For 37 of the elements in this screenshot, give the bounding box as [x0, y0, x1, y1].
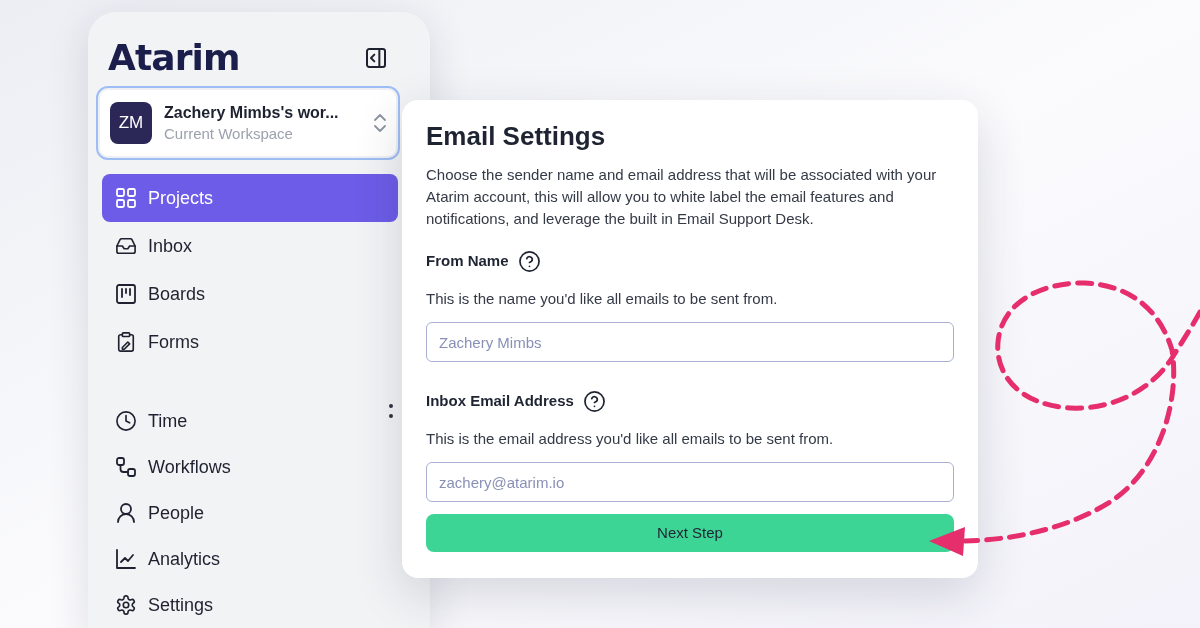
- workspace-avatar: ZM: [110, 102, 152, 144]
- person-icon: [116, 503, 136, 523]
- workspace-subtitle: Current Workspace: [164, 124, 294, 144]
- line-chart-icon: [116, 549, 136, 569]
- sidebar-nav-item[interactable]: Time: [102, 398, 398, 444]
- clock-icon: [116, 411, 136, 431]
- sidebar-nav-item[interactable]: Inbox: [102, 222, 398, 270]
- help-icon[interactable]: [583, 390, 605, 412]
- text-input-field[interactable]: Zachery Mimbs: [426, 322, 954, 362]
- card-title: Email Settings: [426, 120, 607, 152]
- grid-icon: [116, 188, 136, 208]
- chevron-up-down-icon: [374, 114, 386, 132]
- drag-handle-icon[interactable]: [389, 404, 393, 418]
- kanban-board-icon: [116, 284, 136, 304]
- workspace-switcher[interactable]: ZM Zachery Mimbs's wor... Current Workspace: [96, 86, 400, 160]
- field-help-text: This is the email address you'd like all emails to be sent from.: [426, 429, 835, 449]
- sidebar-nav-item[interactable]: Forms: [102, 318, 398, 366]
- sidebar-nav-item[interactable]: People: [102, 490, 398, 536]
- logo-text: Atarim: [108, 36, 240, 80]
- sidebar-nav-item[interactable]: Boards: [102, 270, 398, 318]
- workspace-name: Zachery Mimbs's wor...: [164, 103, 340, 123]
- inbox-tray-icon: [116, 236, 136, 256]
- sidebar-nav-item[interactable]: Analytics: [102, 536, 398, 582]
- next-step-button[interactable]: Next Step: [426, 514, 954, 552]
- field-label: Inbox Email Address: [426, 390, 574, 411]
- clipboard-pen-icon: [116, 332, 136, 352]
- workflow-icon: [116, 457, 136, 477]
- sidebar-nav-item[interactable]: Projects: [102, 174, 398, 222]
- description-text: Choose the sender name and email address that will be associated with your Atarim account, this will allow you to white label the email features and notifications, and leverage the built in Email Support Desk.: [426, 165, 938, 229]
- help-icon[interactable]: [518, 250, 540, 272]
- field-label: From Name: [426, 250, 509, 271]
- settings-icon: [116, 595, 136, 615]
- text-input-field[interactable]: zachery@atarim.io: [426, 462, 954, 502]
- collapse-sidebar-icon[interactable]: [366, 48, 386, 68]
- sidebar-nav-item[interactable]: Workflows: [102, 444, 398, 490]
- field-help-text: This is the name you'd like all emails to be sent from.: [426, 289, 779, 309]
- sidebar-nav-item[interactable]: Settings: [102, 582, 398, 628]
